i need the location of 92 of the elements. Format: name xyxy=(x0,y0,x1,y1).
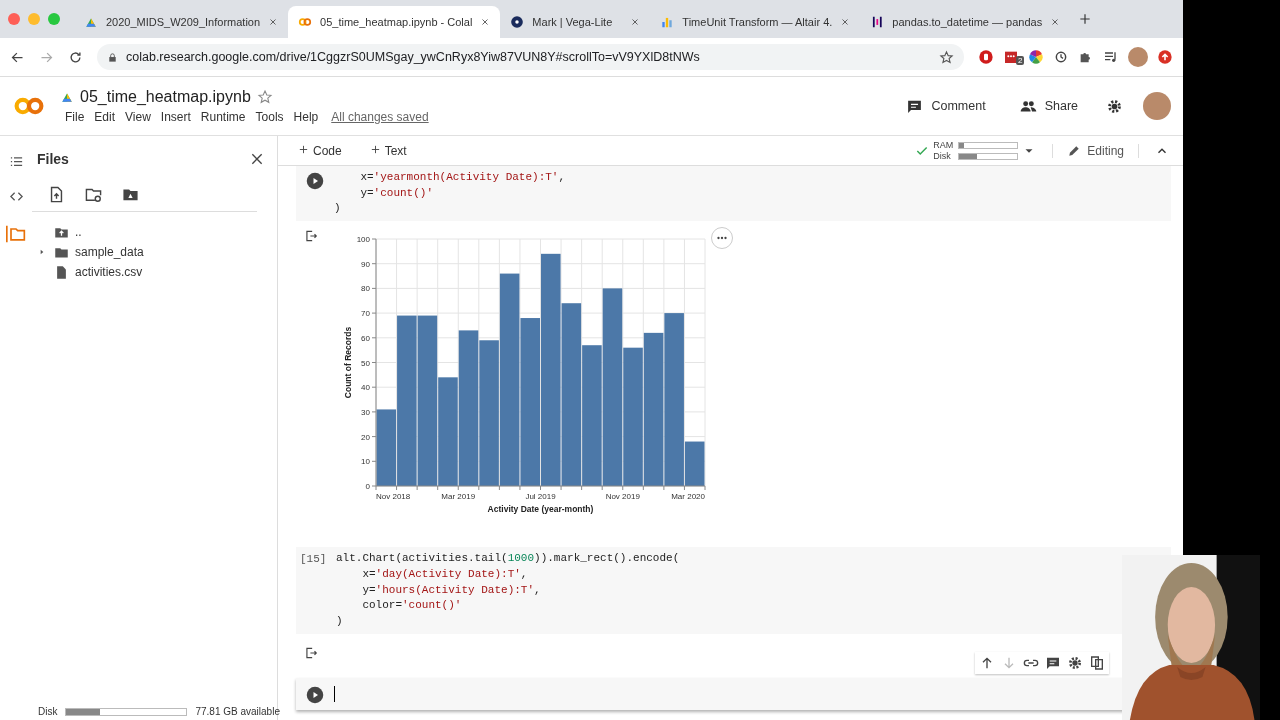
code-cell[interactable]: x='yearmonth(Activity Date):T', y='count()' ) xyxy=(296,166,1171,222)
resource-label: Disk xyxy=(933,150,952,162)
color-wheel-icon[interactable] xyxy=(1028,49,1044,65)
avatar[interactable] xyxy=(1143,92,1171,120)
menu-item[interactable]: Edit xyxy=(89,110,121,124)
comment-button[interactable]: Comment xyxy=(900,96,992,116)
execution-count: [15] xyxy=(300,553,327,568)
axis-label: Mar 2020 xyxy=(671,492,705,502)
mirror-icon[interactable] xyxy=(1089,654,1105,671)
menu-item[interactable]: Runtime xyxy=(195,110,251,124)
axis-label: Nov 2019 xyxy=(605,492,640,502)
output-icon xyxy=(304,645,318,660)
text-cursor xyxy=(334,685,335,702)
menu-item[interactable]: Tools xyxy=(250,110,289,124)
axis-label: 10 xyxy=(361,457,370,467)
axis-title: Count of Records xyxy=(343,326,353,399)
colab-icon xyxy=(298,15,313,29)
folder-refresh-icon[interactable] xyxy=(85,186,102,203)
panel-title: Files xyxy=(37,151,69,167)
axis-label: 90 xyxy=(361,259,370,269)
playlist-icon[interactable] xyxy=(1103,49,1119,65)
code-text: x='yearmonth(Activity Date):T', y='count()' ) xyxy=(334,170,566,217)
update-icon[interactable] xyxy=(1157,49,1173,65)
plus-icon xyxy=(298,143,309,155)
pencil-icon xyxy=(1067,143,1082,158)
output-icon xyxy=(304,229,318,244)
add-cell-button[interactable]: Code xyxy=(292,142,348,159)
bars-icon xyxy=(870,15,885,29)
resource-label: RAM xyxy=(933,139,954,151)
close-icon[interactable] xyxy=(480,17,491,27)
file-tree-row[interactable]: .. xyxy=(32,222,265,242)
menu-item[interactable]: Help xyxy=(288,110,324,124)
browser-tab[interactable]: Mark | Vega-Lite xyxy=(500,6,651,38)
file-tree-row[interactable]: activities.csv xyxy=(32,262,265,282)
new-tab-icon[interactable] xyxy=(1078,12,1093,26)
expand-arrow-icon[interactable] xyxy=(38,248,46,256)
folder-icon[interactable] xyxy=(6,224,26,244)
axis-label: 20 xyxy=(361,432,370,442)
code-text: alt.Chart(activities.tail(1000)).mark_rect().encode( x='day(Activity Date):T', y='hours(Activity Date):T', color='count()' ) xyxy=(336,551,680,629)
lock-icon xyxy=(107,51,118,63)
close-icon[interactable] xyxy=(630,17,641,27)
notification-badge: 2 xyxy=(1016,56,1025,65)
browser-tab[interactable]: TimeUnit Transform — Altair 4. xyxy=(650,6,861,38)
file-tree-row[interactable]: sample_data xyxy=(32,242,265,262)
avatar[interactable] xyxy=(1128,47,1148,67)
axis-label: Jul 2019 xyxy=(525,492,556,502)
axis-label: 60 xyxy=(361,333,370,343)
notebook-title[interactable]: 05_time_heatmap.ipynb xyxy=(80,88,251,106)
save-status[interactable]: All changes saved xyxy=(331,110,429,124)
close-icon[interactable] xyxy=(1050,17,1061,27)
menu-item[interactable]: File xyxy=(60,110,90,124)
axis-label: Nov 2018 xyxy=(376,492,411,502)
plus-icon xyxy=(369,143,381,155)
axis-title: Activity Date (year-month) xyxy=(487,504,594,515)
upload-icon[interactable] xyxy=(48,186,65,203)
close-icon[interactable] xyxy=(249,151,265,167)
axis-label: 50 xyxy=(361,358,370,368)
browser-tab[interactable]: 2020_MIDS_W209_Information xyxy=(74,6,289,38)
calendar-icon[interactable] xyxy=(1003,49,1019,65)
run-icon[interactable] xyxy=(306,172,324,190)
menu-item[interactable]: View xyxy=(120,110,156,124)
file-icon xyxy=(54,264,69,280)
disk-label: Disk xyxy=(38,706,58,717)
code-cell[interactable]: [15] alt.Chart(activities.tail(1000)).mark_rect().encode( x='day(Activity Date):T', y='hours(Activity Date):T', color='count()' ) xyxy=(296,547,1171,634)
disk-reading: 77.81 GB available xyxy=(195,706,280,717)
address-bar[interactable]: colab.research.google.com/drive/1CggzrS0UMSgay_ywCnRyx8Yiw87VUN8Y#scrollTo=vV9YXlD8tNWs xyxy=(97,44,964,70)
reload-icon[interactable] xyxy=(68,49,83,65)
axis-label: 0 xyxy=(365,482,370,492)
resources-indicator[interactable]: RAM Disk xyxy=(915,139,1037,162)
axis-label: 80 xyxy=(361,284,370,294)
axis-label: 70 xyxy=(361,309,370,319)
browser-tab[interactable]: pandas.to_datetime — pandas xyxy=(860,6,1071,38)
close-icon[interactable] xyxy=(840,17,851,27)
add-cell-button[interactable]: Text xyxy=(363,142,413,159)
editing-button[interactable]: Editing xyxy=(1052,143,1139,158)
bar-chart-icon xyxy=(660,15,675,29)
more-button[interactable] xyxy=(711,227,733,250)
axis-label: Mar 2019 xyxy=(441,492,476,502)
settings-icon[interactable] xyxy=(1067,654,1083,671)
axis-label: 40 xyxy=(361,383,370,393)
star-icon[interactable] xyxy=(256,89,273,105)
menu-item[interactable]: Insert xyxy=(155,110,196,124)
list-icon[interactable] xyxy=(8,154,24,169)
star-icon[interactable] xyxy=(939,49,954,65)
settings-icon[interactable] xyxy=(1106,97,1123,115)
share-button[interactable]: Share xyxy=(1013,96,1084,116)
axis-label: 100 xyxy=(356,235,370,245)
colab-logo xyxy=(12,95,46,117)
run-icon[interactable] xyxy=(306,685,324,704)
browser-tab[interactable]: 05_time_heatmap.ipynb - Colal xyxy=(288,6,501,38)
close-icon[interactable] xyxy=(268,17,279,27)
axis-label: 30 xyxy=(361,408,370,417)
